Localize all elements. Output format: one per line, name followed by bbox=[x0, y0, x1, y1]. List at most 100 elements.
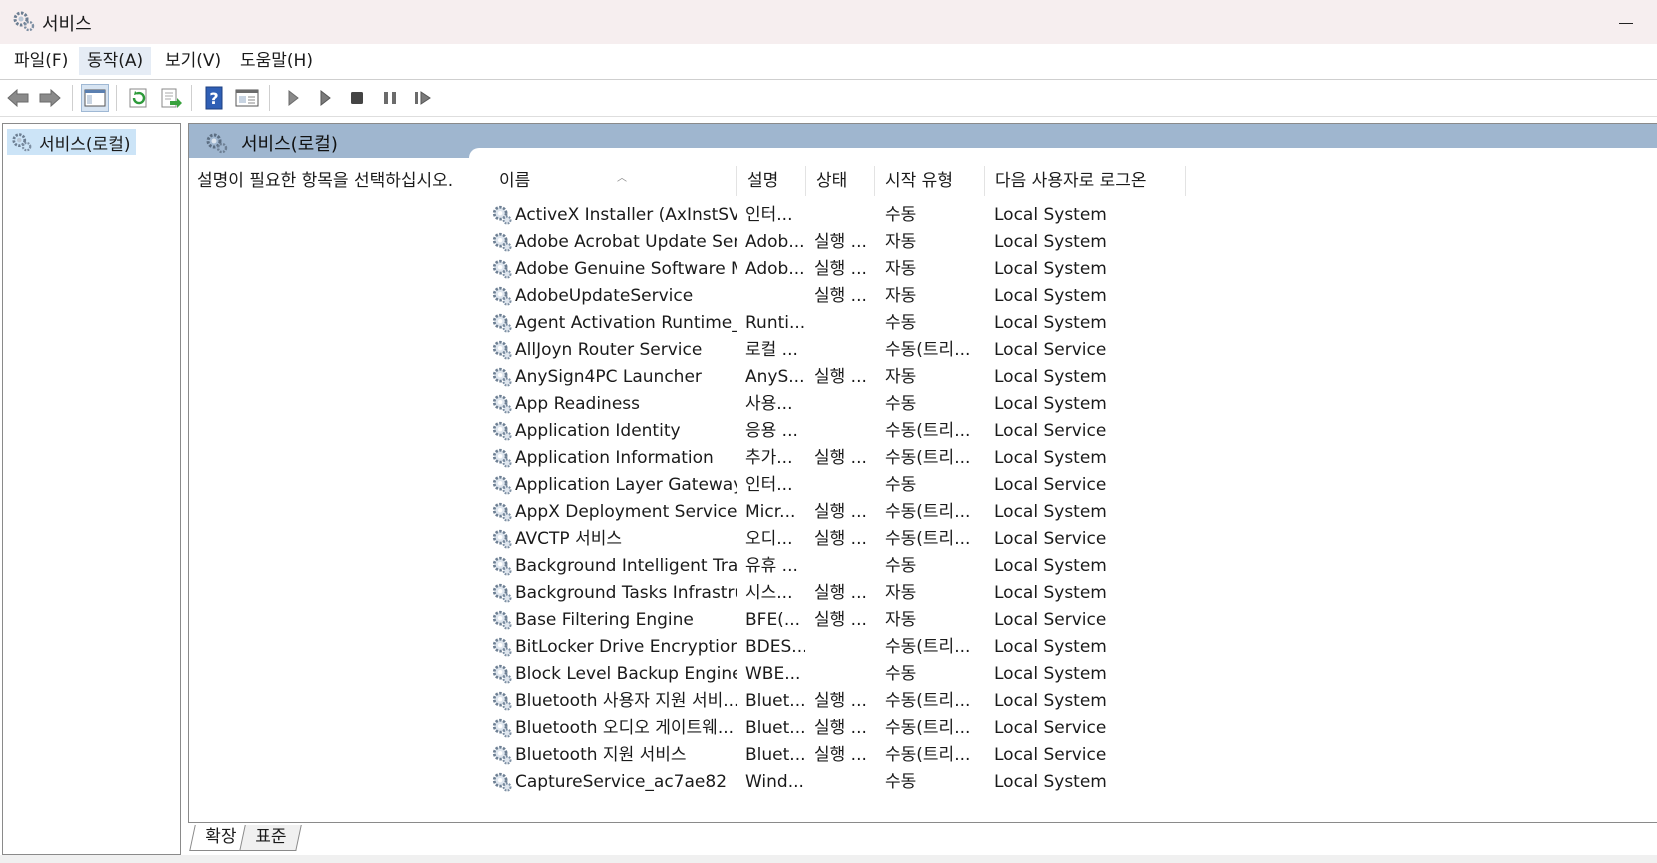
menu-file[interactable]: 파일(F) bbox=[6, 47, 76, 75]
tree-item-services-local[interactable]: 서비스(로컬) bbox=[7, 129, 137, 155]
column-header-logon-as[interactable]: 다음 사용자로 로그온 bbox=[985, 166, 1186, 196]
service-gear-icon bbox=[492, 583, 512, 603]
table-row[interactable]: BitLocker Drive Encryption ... BDES... 수동(… bbox=[489, 634, 1209, 661]
refresh-icon[interactable] bbox=[125, 84, 153, 112]
service-name: AllJoyn Router Service bbox=[515, 340, 703, 360]
service-gear-icon bbox=[492, 610, 512, 630]
service-name: AnySign4PC Launcher bbox=[515, 367, 702, 387]
table-row[interactable]: AllJoyn Router Service 로컬 ... 수동(트리... Loca… bbox=[489, 337, 1209, 364]
service-status bbox=[814, 337, 874, 364]
service-description: 유휴 ... bbox=[745, 556, 798, 576]
service-logon-as: Local System bbox=[994, 556, 1107, 576]
panel-title: 서비스(로컬) bbox=[241, 134, 338, 155]
service-name: Background Tasks Infrastruc... bbox=[515, 583, 737, 603]
help-icon[interactable]: ? bbox=[200, 84, 228, 112]
menu-help[interactable]: 도움말(H) bbox=[232, 47, 321, 75]
tab-standard[interactable]: 표준 bbox=[239, 825, 303, 851]
service-gear-icon bbox=[492, 367, 512, 387]
service-startup-type: 수동 bbox=[885, 313, 917, 333]
start-service-icon[interactable] bbox=[279, 84, 307, 112]
service-description: Runti... bbox=[745, 313, 805, 333]
service-startup-type: 수동 bbox=[885, 205, 917, 225]
table-row[interactable]: Background Tasks Infrastruc... 시스... 실행 ..… bbox=[489, 580, 1209, 607]
table-row[interactable]: Block Level Backup Engine ... WBE... 수동 Loc… bbox=[489, 661, 1209, 688]
service-gear-icon bbox=[492, 232, 512, 252]
show-hide-tree-icon[interactable] bbox=[81, 84, 109, 112]
service-description: BDES... bbox=[745, 637, 805, 657]
table-row[interactable]: Application Identity 응용 ... 수동(트리... Local … bbox=[489, 418, 1209, 445]
service-startup-type: 수동 bbox=[885, 772, 917, 792]
service-gear-icon bbox=[492, 259, 512, 279]
table-row[interactable]: Adobe Genuine Software M... Adob... 실행 ...… bbox=[489, 256, 1209, 283]
column-header-startup-type[interactable]: 시작 유형 bbox=[875, 166, 985, 196]
column-header-name[interactable]: ︿ 이름 bbox=[489, 166, 737, 196]
service-description: Bluet... bbox=[745, 691, 805, 711]
menu-bar: 파일(F) 동작(A) 보기(V) 도움말(H) bbox=[0, 44, 1657, 80]
service-status: 실행 ... bbox=[814, 691, 867, 711]
table-row[interactable]: AdobeUpdateService 실행 ... 자동 Local System bbox=[489, 283, 1209, 310]
menu-view[interactable]: 보기(V) bbox=[157, 47, 229, 75]
table-row[interactable]: Application Layer Gateway ... 인터... 수동 Loca… bbox=[489, 472, 1209, 499]
service-name: Background Intelligent Tran... bbox=[515, 556, 737, 576]
back-arrow-icon[interactable] bbox=[4, 84, 32, 112]
service-status: 실행 ... bbox=[814, 583, 867, 603]
service-description: 로컬 ... bbox=[745, 340, 798, 360]
resume-service-icon[interactable] bbox=[409, 84, 437, 112]
services-gear-icon bbox=[206, 133, 228, 154]
service-logon-as: Local System bbox=[994, 286, 1107, 306]
service-logon-as: Local System bbox=[994, 205, 1107, 225]
table-row[interactable]: Bluetooth 지원 서비스 Bluet... 실행 ... 수동(트리... Lo… bbox=[489, 742, 1209, 769]
menu-action[interactable]: 동작(A) bbox=[79, 47, 152, 75]
properties-icon[interactable] bbox=[233, 84, 261, 112]
stop-service-icon[interactable] bbox=[343, 84, 371, 112]
column-header-status[interactable]: 상태 bbox=[806, 166, 875, 196]
service-logon-as: Local System bbox=[994, 259, 1107, 279]
service-logon-as: Local System bbox=[994, 664, 1107, 684]
services-gear-icon bbox=[13, 11, 35, 32]
service-description: Bluet... bbox=[745, 718, 805, 738]
toolbar: ? bbox=[0, 80, 1657, 117]
service-logon-as: Local System bbox=[994, 448, 1107, 468]
service-logon-as: Local Service bbox=[994, 610, 1107, 630]
table-row[interactable]: Bluetooth 사용자 지원 서비... Bluet... 실행 ... 수동(트… bbox=[489, 688, 1209, 715]
service-gear-icon bbox=[492, 448, 512, 468]
service-startup-type: 수동(트리... bbox=[885, 502, 971, 522]
minimize-button[interactable] bbox=[1607, 4, 1647, 38]
service-status bbox=[814, 391, 874, 418]
export-list-icon[interactable] bbox=[157, 84, 185, 112]
panel-header: 서비스(로컬) bbox=[189, 124, 1657, 158]
service-status bbox=[814, 310, 874, 337]
table-row[interactable]: Application Information 추가... 실행 ... 수동(트리.… bbox=[489, 445, 1209, 472]
service-startup-type: 수동(트리... bbox=[885, 421, 971, 441]
service-logon-as: Local Service bbox=[994, 340, 1107, 360]
service-startup-type: 자동 bbox=[885, 259, 917, 279]
service-logon-as: Local System bbox=[994, 772, 1107, 792]
service-gear-icon bbox=[492, 664, 512, 684]
service-startup-type: 수동(트리... bbox=[885, 340, 971, 360]
services-panel: 서비스(로컬) 설명이 필요한 항목을 선택하십시오. ︿ 이름 설명 상태 시… bbox=[188, 123, 1657, 823]
service-gear-icon bbox=[492, 556, 512, 576]
service-status: 실행 ... bbox=[814, 610, 867, 630]
pause-service-icon[interactable] bbox=[376, 84, 404, 112]
table-row[interactable]: Base Filtering Engine BFE(... 실행 ... 자동 Loca… bbox=[489, 607, 1209, 634]
table-row[interactable]: App Readiness 사용... 수동 Local System bbox=[489, 391, 1209, 418]
table-row[interactable]: AVCTP 서비스 오디... 실행 ... 수동(트리... Local Servic… bbox=[489, 526, 1209, 553]
table-row[interactable]: Adobe Acrobat Update Serv... Adob... 실행 ..… bbox=[489, 229, 1209, 256]
table-row[interactable]: ActiveX Installer (AxInstSV) 인터... 수동 Local… bbox=[489, 202, 1209, 229]
service-description: WBE... bbox=[745, 664, 801, 684]
service-startup-type: 수동(트리... bbox=[885, 691, 971, 711]
service-gear-icon bbox=[492, 718, 512, 738]
start-service-alt-icon[interactable] bbox=[311, 84, 339, 112]
table-row[interactable]: CaptureService_ac7ae82 Wind... 수동 Local Sys… bbox=[489, 769, 1209, 796]
table-row[interactable]: AppX Deployment Service (... Micr... 실행 ..… bbox=[489, 499, 1209, 526]
table-row[interactable]: Bluetooth 오디오 게이트웨... Bluet... 실행 ... 수동(트리… bbox=[489, 715, 1209, 742]
service-logon-as: Local Service bbox=[994, 475, 1107, 495]
service-description: AnyS... bbox=[745, 367, 805, 387]
table-row[interactable]: Background Intelligent Tran... 유휴 ... 수동 Lo… bbox=[489, 553, 1209, 580]
service-description: 응용 ... bbox=[745, 421, 798, 441]
table-row[interactable]: AnySign4PC Launcher AnyS... 실행 ... 자동 Local … bbox=[489, 364, 1209, 391]
column-header-description[interactable]: 설명 bbox=[737, 166, 806, 196]
service-name: AppX Deployment Service (... bbox=[515, 502, 737, 522]
table-row[interactable]: Agent Activation Runtime_a... Runti... 수동 L… bbox=[489, 310, 1209, 337]
forward-arrow-icon[interactable] bbox=[36, 84, 64, 112]
